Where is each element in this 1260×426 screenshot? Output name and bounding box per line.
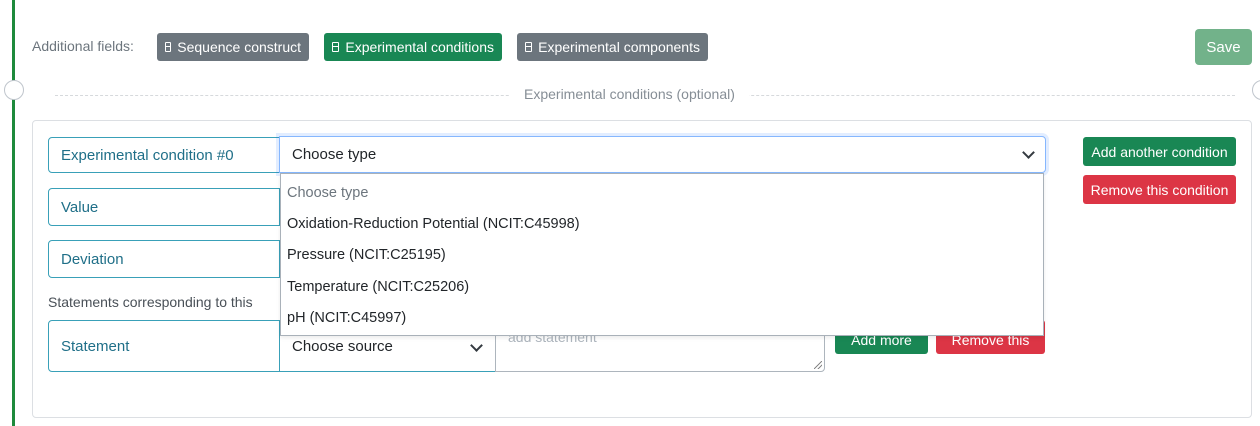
timeline-notch-right — [1252, 80, 1260, 100]
experimental-conditions-label: Experimental conditions — [345, 39, 494, 55]
experimental-conditions-button[interactable]: Experimental conditions — [324, 33, 502, 61]
form-icon — [525, 42, 533, 52]
section-left-rule — [12, 0, 15, 426]
statements-intro-text: Statements corresponding to this — [48, 294, 253, 310]
form-icon — [165, 42, 172, 52]
dropdown-option-placeholder[interactable]: Choose type — [287, 185, 368, 201]
chevron-down-icon — [1022, 146, 1035, 159]
dropdown-option-pressure[interactable]: Pressure (NCIT:C25195) — [287, 247, 446, 263]
timeline-notch-left — [4, 80, 24, 100]
experimental-components-label: Experimental components — [538, 39, 700, 55]
condition-type-selected: Choose type — [292, 146, 377, 163]
experimental-components-button[interactable]: Experimental components — [517, 33, 708, 61]
add-another-condition-button[interactable]: Add another condition — [1083, 137, 1236, 166]
dropdown-option-ph[interactable]: pH (NCIT:C45997) — [287, 310, 406, 326]
condition-type-dropdown: Choose type Oxidation-Reduction Potentia… — [280, 173, 1044, 336]
save-button[interactable]: Save — [1195, 29, 1252, 65]
dropdown-option-temperature[interactable]: Temperature (NCIT:C25206) — [287, 279, 469, 295]
section-title: Experimental conditions (optional) — [510, 86, 749, 102]
condition-type-select[interactable]: Choose type — [279, 136, 1046, 173]
statement-source-selected: Choose source — [292, 337, 393, 355]
statement-label: Statement — [48, 320, 280, 372]
deviation-label: Deviation — [48, 240, 280, 278]
value-label: Value — [48, 188, 280, 226]
sequence-construct-label: Sequence construct — [177, 39, 301, 55]
condition-label: Experimental condition #0 — [48, 137, 280, 173]
sequence-construct-button[interactable]: Sequence construct — [157, 33, 309, 61]
form-icon — [332, 42, 340, 52]
resize-handle-icon[interactable] — [814, 361, 822, 369]
dropdown-option-oxidation-reduction-potential[interactable]: Oxidation-Reduction Potential (NCIT:C459… — [287, 216, 580, 232]
remove-condition-button[interactable]: Remove this condition — [1083, 175, 1236, 204]
additional-fields-label: Additional fields: — [32, 38, 134, 54]
chevron-down-icon — [470, 339, 483, 352]
